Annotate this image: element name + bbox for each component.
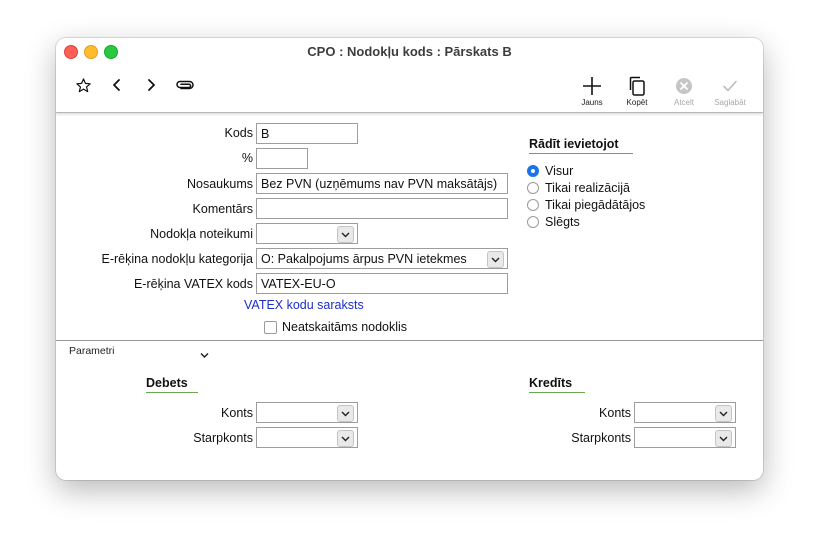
copy-icon — [629, 76, 645, 96]
copy-button[interactable]: Kopēt — [617, 76, 657, 107]
chevron-down-icon — [337, 405, 354, 422]
debit-account-label: Konts — [221, 406, 253, 420]
radio-closed[interactable] — [527, 216, 539, 228]
star-icon[interactable] — [73, 75, 93, 95]
credit-interim-label: Starpkonts — [571, 431, 631, 445]
name-label: Nosaukums — [187, 177, 253, 191]
name-field[interactable]: Bez PVN (uzņēmums nav PVN maksātājs) — [256, 173, 508, 194]
chevron-down-icon — [487, 251, 504, 268]
percent-label: % — [241, 151, 253, 165]
debit-heading: Debets — [146, 376, 198, 393]
debit-account-select[interactable] — [256, 402, 358, 423]
parameters-dropdown-chevron[interactable] — [200, 346, 209, 364]
forward-icon[interactable] — [141, 75, 161, 95]
tax-rules-label: Nodokļa noteikumi — [150, 227, 253, 241]
cancel-button[interactable]: Atcelt — [664, 76, 704, 107]
new-button[interactable]: Jauns — [572, 76, 612, 107]
comment-field[interactable] — [256, 198, 508, 219]
save-button-label: Saglabāt — [714, 98, 746, 107]
einvoice-category-label: E-rēķina nodokļu kategorija — [101, 252, 253, 266]
paperclip-icon[interactable] — [174, 75, 196, 95]
radio-visur[interactable] — [527, 165, 539, 177]
radio-sales-only[interactable] — [527, 182, 539, 194]
credit-heading: Kredīts — [529, 376, 585, 393]
chevron-down-icon — [715, 430, 732, 447]
save-button[interactable]: Saglabāt — [710, 76, 750, 107]
display-heading: Rādīt ievietojot — [529, 137, 633, 154]
plus-icon — [583, 77, 601, 95]
radio-label-closed: Slēgts — [545, 215, 580, 229]
radio-label-suppliers-only: Tikai piegādātājos — [545, 198, 646, 212]
non-deductible-checkbox[interactable] — [264, 321, 277, 334]
einvoice-vatex-label: E-rēķina VATEX kods — [133, 277, 253, 291]
einvoice-category-value: O: Pakalpojums ārpus PVN ietekmes — [261, 252, 467, 266]
chevron-down-icon — [715, 405, 732, 422]
section-divider — [56, 340, 763, 341]
credit-account-label: Konts — [599, 406, 631, 420]
chevron-down-icon — [337, 430, 354, 447]
cancel-button-label: Atcelt — [673, 98, 694, 107]
einvoice-vatex-field[interactable]: VATEX-EU-O — [256, 273, 508, 294]
radio-label-visur: Visur — [545, 164, 574, 178]
credit-account-select[interactable] — [634, 402, 736, 423]
new-button-label: Jauns — [581, 98, 603, 107]
vatex-list-link[interactable]: VATEX kodu saraksts — [244, 298, 364, 312]
chevron-down-icon — [200, 352, 209, 359]
chevron-down-icon — [337, 226, 354, 243]
einvoice-category-select[interactable]: O: Pakalpojums ārpus PVN ietekmes — [256, 248, 508, 269]
tax-rules-select[interactable] — [256, 223, 358, 244]
parameters-label: Parametri — [69, 345, 115, 357]
window-title: CPO : Nodokļu kods : Pārskats B — [307, 44, 512, 59]
comment-label: Komentārs — [192, 202, 253, 216]
back-icon[interactable] — [107, 75, 127, 95]
cancel-icon — [676, 78, 692, 94]
radio-suppliers-only[interactable] — [527, 199, 539, 211]
non-deductible-label: Neatskaitāms nodoklis — [282, 320, 408, 334]
credit-interim-select[interactable] — [634, 427, 736, 448]
percent-field[interactable] — [256, 148, 308, 169]
copy-button-label: Kopēt — [626, 98, 648, 107]
debit-interim-label: Starpkonts — [193, 431, 253, 445]
code-label: Kods — [224, 126, 254, 140]
app-window: CPO : Nodokļu kods : Pārskats B Jauns Ko… — [56, 38, 763, 480]
debit-interim-select[interactable] — [256, 427, 358, 448]
checkmark-icon — [723, 80, 737, 92]
title-bar: CPO : Nodokļu kods : Pārskats B Jauns Ko… — [56, 38, 763, 113]
code-field[interactable]: B — [256, 123, 358, 144]
radio-label-sales-only: Tikai realizācijā — [545, 181, 630, 195]
